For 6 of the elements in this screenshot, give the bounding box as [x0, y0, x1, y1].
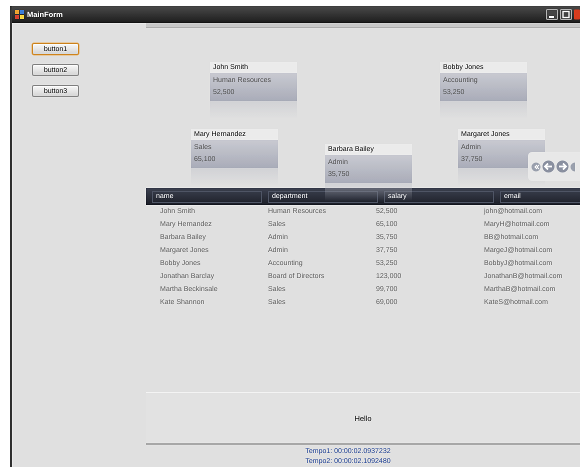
maximize-icon[interactable] — [560, 9, 572, 20]
minimize-icon[interactable] — [546, 9, 558, 20]
forward-arrow-icon[interactable] — [556, 160, 569, 173]
first-icon[interactable] — [531, 162, 541, 172]
app-icon — [15, 10, 24, 19]
back-arrow-icon[interactable] — [542, 160, 555, 173]
